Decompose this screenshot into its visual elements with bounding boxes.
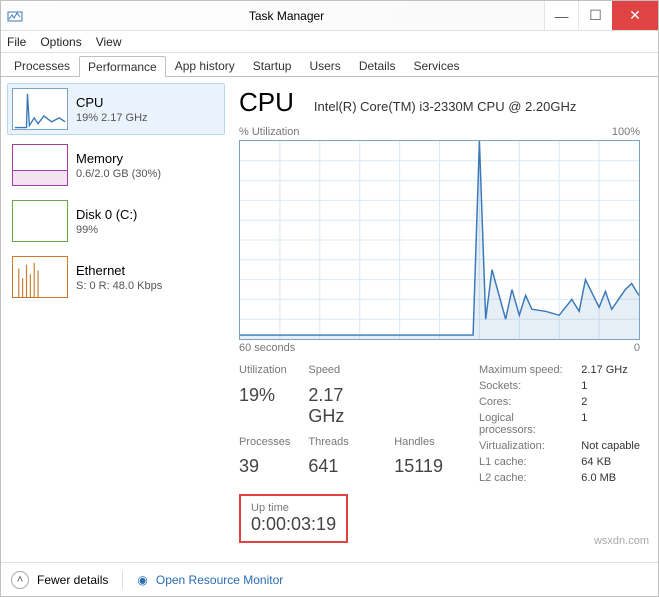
sockets-val: 1 (581, 380, 640, 392)
ethernet-sub: S: 0 R: 48.0 Kbps (76, 280, 162, 292)
utilization-label: Utilization (239, 364, 290, 383)
disk-name: Disk 0 (C:) (76, 207, 137, 222)
virt-key: Virtualization: (479, 440, 567, 452)
ethernet-label-group: Ethernet S: 0 R: 48.0 Kbps (76, 263, 162, 292)
stats-left: Utilization Speed 19% 2.17 GHz Processes… (239, 364, 443, 484)
l2-key: L2 cache: (479, 472, 567, 484)
cpu-sub: 19% 2.17 GHz (76, 112, 148, 124)
panel-header: CPU Intel(R) Core(TM) i3-2330M CPU @ 2.2… (239, 87, 640, 118)
watermark: wsxdn.com (594, 535, 649, 547)
content-area: CPU 19% 2.17 GHz Memory 0.6/2.0 GB (30%)… (1, 77, 658, 562)
tab-users[interactable]: Users (300, 55, 349, 76)
maxspeed-val: 2.17 GHz (581, 364, 640, 376)
menu-view[interactable]: View (96, 35, 122, 49)
window-title: Task Manager (29, 9, 544, 23)
tab-performance[interactable]: Performance (79, 56, 166, 77)
chart-bottom-labels: 60 seconds 0 (239, 342, 640, 354)
menu-file[interactable]: File (7, 35, 26, 49)
speed-value: 2.17 GHz (308, 385, 376, 434)
app-icon (7, 8, 23, 24)
tab-app-history[interactable]: App history (166, 55, 244, 76)
close-button[interactable]: ✕ (612, 1, 658, 30)
cpu-thumbnail (12, 88, 68, 130)
disk-sub: 99% (76, 224, 137, 236)
l2-val: 6.0 MB (581, 472, 640, 484)
utilization-value: 19% (239, 385, 290, 434)
cpu-label-group: CPU 19% 2.17 GHz (76, 95, 148, 124)
threads-label: Threads (308, 436, 376, 455)
lp-key: Logical processors: (479, 412, 567, 436)
sixty-label: 60 seconds (239, 342, 295, 354)
maxspeed-key: Maximum speed: (479, 364, 567, 376)
handles-value: 15119 (394, 456, 443, 484)
footer-bar: ˄ Fewer details ◉ Open Resource Monitor (1, 562, 658, 596)
cores-val: 2 (581, 396, 640, 408)
l1-key: L1 cache: (479, 456, 567, 468)
performance-sidebar: CPU 19% 2.17 GHz Memory 0.6/2.0 GB (30%)… (1, 77, 231, 562)
memory-label-group: Memory 0.6/2.0 GB (30%) (76, 151, 161, 180)
uptime-value: 0:00:03:19 (251, 514, 336, 535)
memory-thumbnail (12, 144, 68, 186)
sidebar-item-ethernet[interactable]: Ethernet S: 0 R: 48.0 Kbps (7, 251, 225, 303)
tab-startup[interactable]: Startup (244, 55, 301, 76)
disk-thumbnail (12, 200, 68, 242)
ethernet-thumbnail (12, 256, 68, 298)
disk-label-group: Disk 0 (C:) 99% (76, 207, 137, 236)
ethernet-name: Ethernet (76, 263, 162, 278)
tab-strip: Processes Performance App history Startu… (1, 53, 658, 77)
stats-right: Maximum speed: 2.17 GHz Sockets: 1 Cores… (479, 364, 640, 484)
resource-monitor-icon[interactable]: ◉ (137, 573, 147, 587)
window-controls: — ☐ ✕ (544, 1, 658, 30)
sidebar-item-cpu[interactable]: CPU 19% 2.17 GHz (7, 83, 225, 135)
chart-top-labels: % Utilization 100% (239, 126, 640, 138)
cpu-name: CPU (76, 95, 148, 110)
threads-value: 641 (308, 456, 376, 484)
zero-label: 0 (634, 342, 640, 354)
speed-label: Speed (308, 364, 376, 383)
maximize-button[interactable]: ☐ (578, 1, 612, 30)
memory-sub: 0.6/2.0 GB (30%) (76, 168, 161, 180)
handles-label: Handles (394, 436, 443, 455)
fewer-details-link[interactable]: Fewer details (37, 573, 108, 587)
cpu-panel: CPU Intel(R) Core(TM) i3-2330M CPU @ 2.2… (231, 77, 658, 562)
stats-area: Utilization Speed 19% 2.17 GHz Processes… (239, 364, 640, 484)
uptime-box: Up time 0:00:03:19 (239, 494, 348, 543)
sidebar-item-memory[interactable]: Memory 0.6/2.0 GB (30%) (7, 139, 225, 191)
fewer-details-icon[interactable]: ˄ (11, 571, 29, 589)
lp-val: 1 (581, 412, 640, 436)
panel-heading: CPU (239, 87, 294, 118)
memory-name: Memory (76, 151, 161, 166)
tab-services[interactable]: Services (405, 55, 469, 76)
uptime-label: Up time (251, 502, 336, 514)
title-bar: Task Manager — ☐ ✕ (1, 1, 658, 31)
tab-details[interactable]: Details (350, 55, 405, 76)
tab-processes[interactable]: Processes (5, 55, 79, 76)
sockets-key: Sockets: (479, 380, 567, 392)
cores-key: Cores: (479, 396, 567, 408)
menu-options[interactable]: Options (40, 35, 81, 49)
sidebar-item-disk[interactable]: Disk 0 (C:) 99% (7, 195, 225, 247)
hundred-label: 100% (612, 126, 640, 138)
cpu-model: Intel(R) Core(TM) i3-2330M CPU @ 2.20GHz (314, 99, 640, 114)
util-label: % Utilization (239, 126, 300, 138)
cpu-chart (239, 140, 640, 340)
minimize-button[interactable]: — (544, 1, 578, 30)
footer-separator (122, 571, 123, 589)
processes-value: 39 (239, 456, 290, 484)
virt-val: Not capable (581, 440, 640, 452)
l1-val: 64 KB (581, 456, 640, 468)
open-resource-monitor-link[interactable]: Open Resource Monitor (156, 573, 283, 587)
processes-label: Processes (239, 436, 290, 455)
menu-bar: File Options View (1, 31, 658, 53)
